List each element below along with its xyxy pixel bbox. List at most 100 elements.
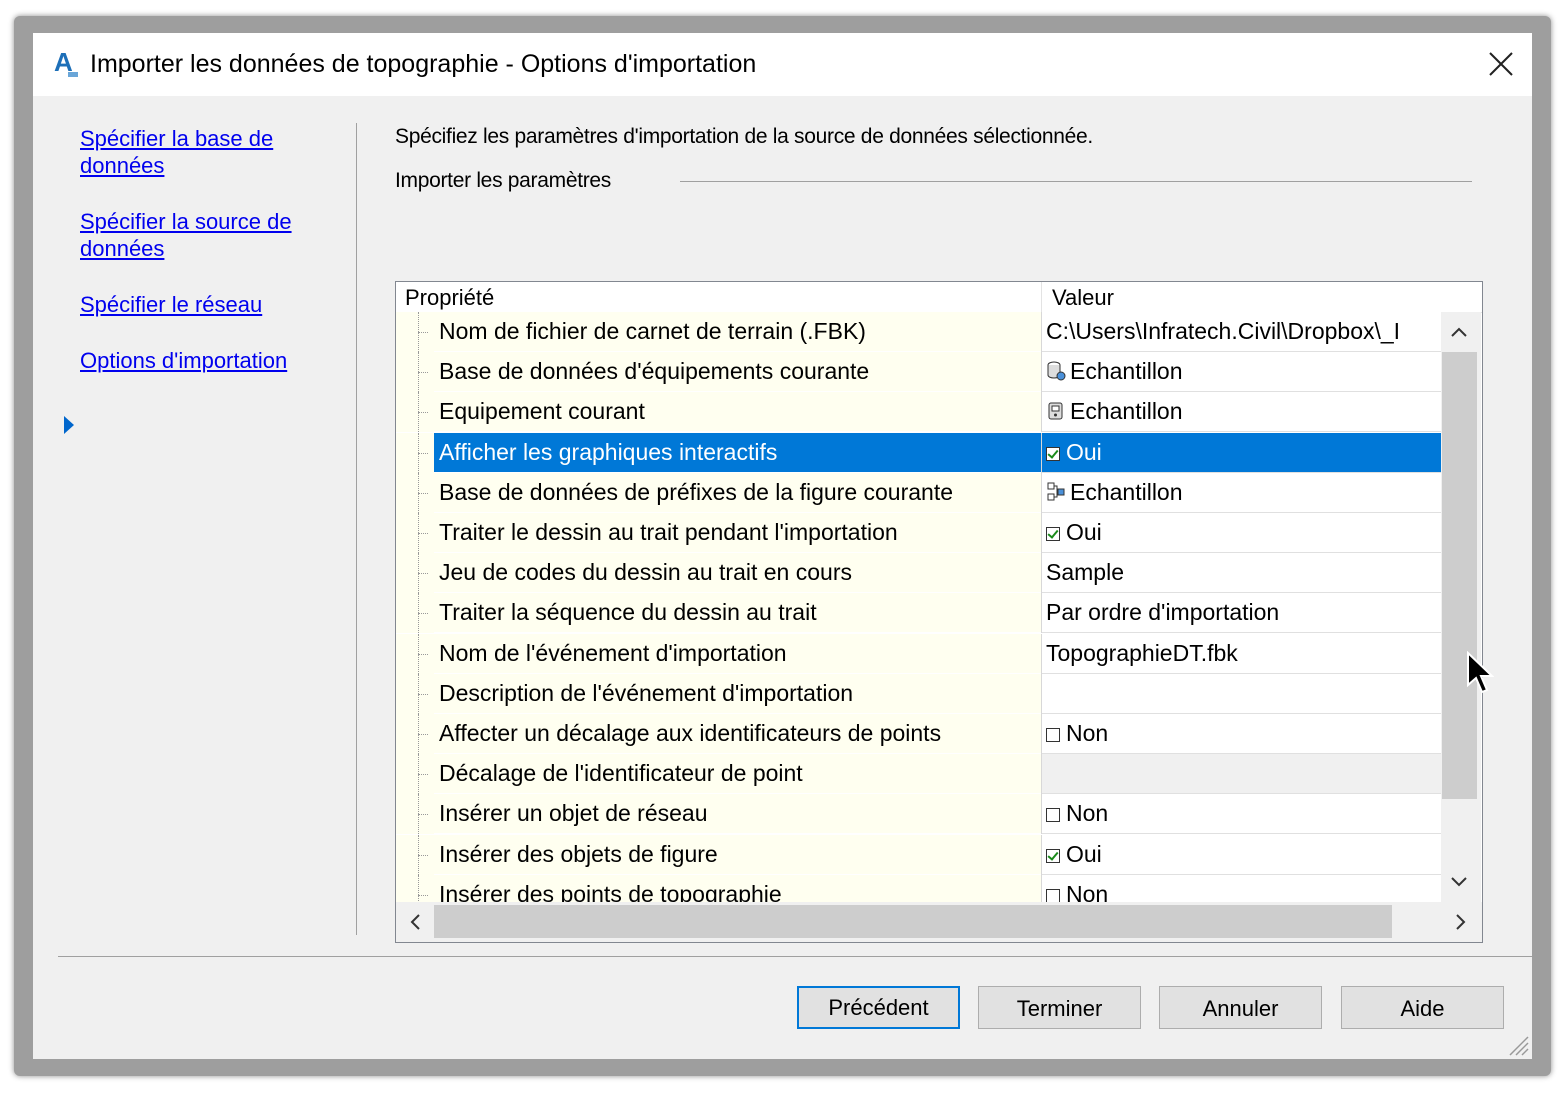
scroll-left-icon[interactable] xyxy=(400,907,430,937)
property-name[interactable]: Base de données d'équipements courante xyxy=(434,352,1041,392)
column-header-property[interactable]: Propriété xyxy=(405,285,494,311)
cancel-button[interactable]: Annuler xyxy=(1159,986,1322,1029)
import-dialog: A Importer les données de topographie - … xyxy=(33,33,1532,1059)
property-name[interactable]: Nom de fichier de carnet de terrain (.FB… xyxy=(434,312,1041,351)
property-row[interactable]: Affecter un décalage aux identificateurs… xyxy=(396,714,1441,754)
property-row[interactable]: Base de données d'équipements courante Ec… xyxy=(396,352,1441,393)
property-value[interactable]: Oui xyxy=(1042,432,1441,472)
property-name[interactable]: Jeu de codes du dessin au trait en cours xyxy=(434,553,1041,593)
property-value[interactable]: Par ordre d'importation xyxy=(1042,593,1441,633)
finish-button[interactable]: Terminer xyxy=(978,986,1141,1029)
nav-link-data-source[interactable]: Spécifier la source de données xyxy=(80,208,292,262)
property-value[interactable]: Oui xyxy=(1042,513,1441,552)
nav-link-database[interactable]: Spécifier la base de données xyxy=(80,125,273,179)
column-header-value[interactable]: Valeur xyxy=(1052,285,1114,311)
property-row[interactable]: Décalage de l'identificateur de point xyxy=(396,754,1441,795)
property-value-text: Oui xyxy=(1066,840,1102,867)
property-name[interactable]: Traiter la séquence du dessin au trait xyxy=(434,593,1041,633)
property-name[interactable]: Insérer des points de topographie xyxy=(434,874,1041,902)
property-row[interactable]: Insérer des objets de figure Oui xyxy=(396,834,1441,875)
property-row[interactable]: Insérer des points de topographie Non xyxy=(396,874,1441,902)
property-name[interactable]: Affecter un décalage aux identificateurs… xyxy=(434,714,1041,753)
tree-indent xyxy=(396,754,434,795)
equipment-icon xyxy=(1046,395,1066,420)
property-value[interactable]: Sample xyxy=(1042,553,1441,593)
current-step-arrow-icon xyxy=(64,416,74,434)
property-value[interactable]: TopographieDT.fbk xyxy=(1042,633,1441,673)
scroll-right-icon[interactable] xyxy=(1446,907,1476,937)
tree-line xyxy=(418,573,428,575)
checkbox-checked-icon[interactable] xyxy=(1046,527,1060,541)
property-value[interactable]: Non xyxy=(1042,714,1441,753)
scroll-up-icon[interactable] xyxy=(1444,317,1474,347)
property-value[interactable] xyxy=(1042,673,1441,713)
checkbox-checked-icon[interactable] xyxy=(1046,848,1060,863)
vertical-scroll-thumb[interactable] xyxy=(1442,352,1477,799)
property-name[interactable]: Equipement courant xyxy=(434,392,1041,432)
tree-line xyxy=(418,774,428,776)
resize-grip-icon[interactable] xyxy=(1504,1031,1530,1057)
property-value-text: Oui xyxy=(1066,438,1102,465)
tree-indent xyxy=(396,874,434,902)
property-grid[interactable]: Propriété Valeur Nom de fichier de carne… xyxy=(395,281,1483,943)
property-row[interactable]: Afficher les graphiques interactifs Oui xyxy=(396,432,1441,473)
column-header-divider[interactable] xyxy=(1041,282,1042,312)
tree-indent xyxy=(396,633,434,674)
property-name[interactable]: Insérer des objets de figure xyxy=(434,834,1041,874)
nav-link-network[interactable]: Spécifier le réseau xyxy=(80,291,262,318)
grid-header: Propriété Valeur xyxy=(396,282,1482,313)
checkbox-unchecked-icon[interactable] xyxy=(1046,888,1060,902)
property-row[interactable]: Nom de l'événement d'importation Topograp… xyxy=(396,633,1441,674)
help-button[interactable]: Aide xyxy=(1341,986,1504,1029)
property-row[interactable]: Insérer un objet de réseau Non xyxy=(396,794,1441,835)
horizontal-scrollbar[interactable] xyxy=(396,902,1482,942)
tree-indent xyxy=(396,472,434,513)
tree-indent xyxy=(396,392,434,433)
back-button[interactable]: Précédent xyxy=(797,986,960,1029)
tree-line xyxy=(418,412,428,414)
property-value[interactable]: C:\Users\Infratech.Civil\Dropbox\_I xyxy=(1042,312,1441,351)
horizontal-scroll-thumb[interactable] xyxy=(434,905,1392,938)
property-name[interactable]: Décalage de l'identificateur de point xyxy=(434,754,1041,794)
tree-indent xyxy=(396,794,434,835)
checkbox-unchecked-icon[interactable] xyxy=(1046,728,1060,742)
property-value[interactable]: Oui xyxy=(1042,834,1441,874)
vertical-scrollbar[interactable] xyxy=(1441,312,1481,902)
nav-link-database-line2: données xyxy=(80,153,165,178)
property-name[interactable]: Insérer un objet de réseau xyxy=(434,794,1041,834)
tree-indent xyxy=(396,714,434,754)
property-row[interactable]: Traiter le dessin au trait pendant l'imp… xyxy=(396,513,1441,553)
property-value-text: Echantillon xyxy=(1070,358,1183,385)
property-value[interactable]: Non xyxy=(1042,874,1441,902)
property-name[interactable]: Base de données de préfixes de la figure… xyxy=(434,472,1041,512)
tree-line xyxy=(418,894,428,897)
close-icon[interactable] xyxy=(1484,47,1518,81)
property-row[interactable]: Base de données de préfixes de la figure… xyxy=(396,472,1441,513)
property-value-text: Par ordre d'importation xyxy=(1046,599,1280,626)
property-name[interactable]: Description de l'événement d'importation xyxy=(434,673,1041,713)
checkbox-unchecked-icon[interactable] xyxy=(1046,808,1060,823)
property-value[interactable]: Echantillon xyxy=(1042,392,1441,432)
property-value[interactable]: Echantillon xyxy=(1042,472,1441,512)
nav-link-import-options[interactable]: Options d'importation xyxy=(80,347,287,374)
nav-link-network-label: Spécifier le réseau xyxy=(80,292,263,317)
property-value[interactable]: Non xyxy=(1042,794,1441,834)
checkbox-checked-icon[interactable] xyxy=(1046,446,1060,461)
tree-indent xyxy=(396,432,434,473)
property-name[interactable]: Traiter le dessin au trait pendant l'imp… xyxy=(434,513,1041,552)
property-value-text: Non xyxy=(1066,800,1109,827)
tree-line xyxy=(418,693,428,696)
tree-line xyxy=(418,653,428,656)
property-row[interactable]: Description de l'événement d'importation xyxy=(396,673,1441,714)
property-row[interactable]: Traiter la séquence du dessin au trait Pa… xyxy=(396,593,1441,634)
tree-line xyxy=(418,854,428,857)
property-row[interactable]: Jeu de codes du dessin au trait en cours… xyxy=(396,553,1441,594)
property-name[interactable]: Afficher les graphiques interactifs xyxy=(434,432,1041,472)
property-row[interactable]: Nom de fichier de carnet de terrain (.FB… xyxy=(396,312,1441,352)
property-name[interactable]: Nom de l'événement d'importation xyxy=(434,633,1041,673)
title-bar[interactable]: A Importer les données de topographie - … xyxy=(33,33,1532,96)
property-value[interactable]: Echantillon xyxy=(1042,352,1441,392)
property-row[interactable]: Equipement courant Echantillon xyxy=(396,392,1441,433)
scroll-down-icon[interactable] xyxy=(1444,867,1474,897)
tree-line xyxy=(418,372,428,374)
